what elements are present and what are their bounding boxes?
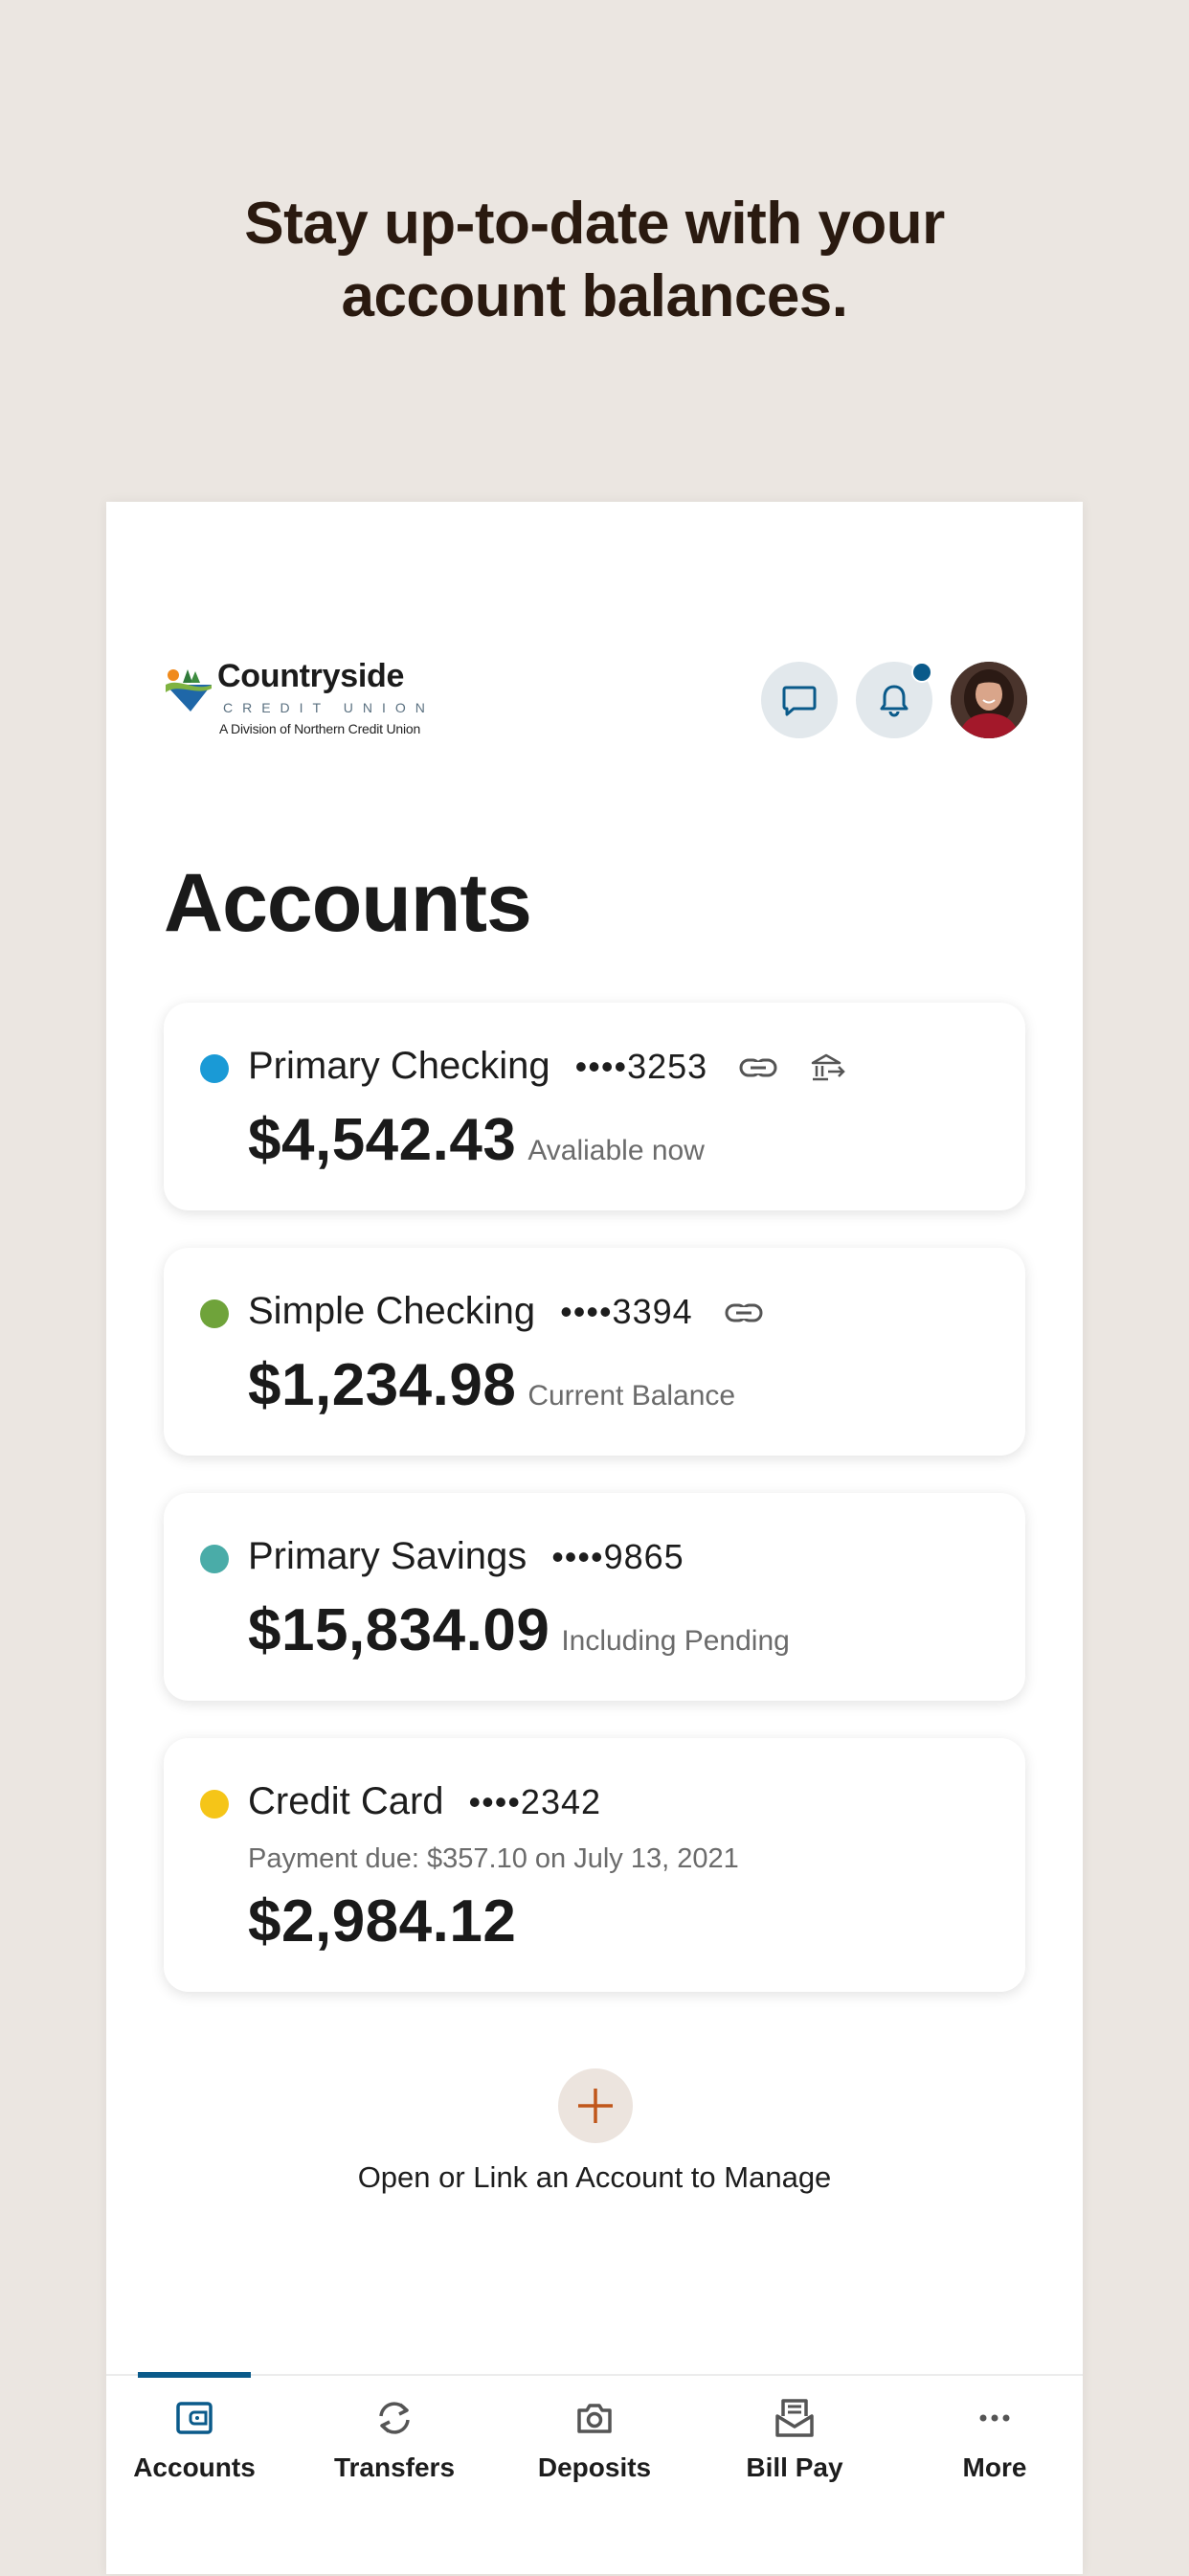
- balance-caption: Avaliable now: [527, 1135, 705, 1166]
- balance-caption: Including Pending: [561, 1625, 790, 1657]
- account-name: Primary Checking: [248, 1045, 550, 1087]
- account-card-credit-card[interactable]: Credit Card ••••2342 Payment due: $357.10…: [164, 1738, 1025, 1992]
- account-color-dot: [200, 1299, 229, 1328]
- countryside-logo-icon: [166, 669, 212, 712]
- tab-label: More: [962, 2452, 1027, 2482]
- tab-label: Accounts: [133, 2452, 256, 2482]
- account-color-dot: [200, 1054, 229, 1083]
- balance-caption: Current Balance: [527, 1380, 736, 1412]
- tab-label: Bill Pay: [746, 2452, 843, 2482]
- account-balance-value: $4,542.43: [248, 1107, 517, 1173]
- open-link-account-label[interactable]: Open or Link an Account to Manage: [106, 2160, 1083, 2195]
- tab-bill-pay[interactable]: Bill Pay: [708, 2395, 881, 2483]
- account-balance-value: $1,234.98: [248, 1352, 517, 1418]
- account-balance: $4,542.43 Avaliable now: [248, 1106, 705, 1174]
- brand-logo: Countryside CREDIT UNION A Division of N…: [162, 658, 449, 754]
- account-number-mask: ••••2342: [468, 1782, 602, 1821]
- notification-badge: [911, 662, 932, 683]
- notifications-button[interactable]: [856, 662, 932, 738]
- tab-label: Deposits: [537, 2452, 652, 2482]
- promo-headline-line1: Stay up-to-date with your: [244, 191, 945, 257]
- account-name-row: Credit Card ••••2342: [248, 1780, 601, 1823]
- tab-accounts[interactable]: Accounts: [108, 2395, 280, 2483]
- account-balance-value: $2,984.12: [248, 1888, 517, 1955]
- bottom-tab-bar: Accounts Transfers Deposits Bill Pay Mor…: [106, 2372, 1083, 2576]
- brand-subtitle: CREDIT UNION: [223, 700, 435, 715]
- tab-deposits[interactable]: Deposits: [508, 2395, 681, 2483]
- account-number-mask: ••••9865: [551, 1537, 684, 1576]
- account-number-mask: ••••3394: [560, 1292, 693, 1331]
- account-name: Primary Savings: [248, 1535, 527, 1577]
- active-tab-indicator: [138, 2372, 251, 2378]
- link-icon: [725, 1303, 763, 1322]
- tab-more[interactable]: More: [909, 2395, 1081, 2483]
- account-card-simple-checking[interactable]: Simple Checking ••••3394 $1,234.98 Current…: [164, 1248, 1025, 1456]
- account-color-dot: [200, 1790, 229, 1819]
- account-name: Simple Checking: [248, 1290, 536, 1332]
- account-card-primary-savings[interactable]: Primary Savings ••••9865 $15,834.09 Includ…: [164, 1493, 1025, 1701]
- tab-label: Transfers: [333, 2452, 456, 2482]
- app-screen: Countryside CREDIT UNION A Division of N…: [106, 502, 1083, 2574]
- wallet-icon: [176, 2402, 213, 2434]
- account-name-row: Primary Savings ••••9865: [248, 1535, 684, 1578]
- bell-icon: [880, 685, 909, 717]
- payment-due-text: Payment due: $357.10 on July 13, 2021: [248, 1843, 739, 1874]
- profile-avatar[interactable]: [951, 662, 1027, 738]
- account-balance-value: $15,834.09: [248, 1597, 550, 1663]
- tab-transfers[interactable]: Transfers: [308, 2395, 481, 2483]
- link-icon: [739, 1058, 777, 1077]
- account-name-row: Primary Checking ••••3253: [248, 1045, 847, 1088]
- bill-icon: [775, 2399, 814, 2437]
- account-card-primary-checking[interactable]: Primary Checking ••••3253 $4,542.43 Avalia…: [164, 1003, 1025, 1210]
- account-color-dot: [200, 1545, 229, 1573]
- page-title: Accounts: [164, 857, 532, 949]
- avatar-photo-icon: [951, 662, 1027, 738]
- account-balance: $15,834.09 Including Pending: [248, 1596, 790, 1664]
- account-name-row: Simple Checking ••••3394: [248, 1290, 763, 1333]
- account-balance: $2,984.12: [248, 1887, 516, 1955]
- chat-bubble-icon: [782, 686, 817, 716]
- brand-division: A Division of Northern Credit Union: [219, 721, 421, 736]
- account-name: Credit Card: [248, 1780, 444, 1822]
- transfer-arrows-icon: [379, 2402, 410, 2434]
- brand-name: Countryside: [217, 658, 405, 694]
- plus-icon: [578, 2089, 613, 2123]
- account-number-mask: ••••3253: [574, 1047, 708, 1086]
- account-balance: $1,234.98 Current Balance: [248, 1351, 735, 1419]
- messages-button[interactable]: [761, 662, 838, 738]
- open-link-account-button[interactable]: [558, 2068, 633, 2143]
- promo-headline-line2: account balances.: [341, 263, 848, 329]
- camera-icon: [577, 2404, 612, 2433]
- promo-headline: Stay up-to-date with your account balanc…: [0, 188, 1189, 333]
- bank-transfer-icon: [812, 1054, 846, 1081]
- more-dots-icon: [979, 2414, 1010, 2422]
